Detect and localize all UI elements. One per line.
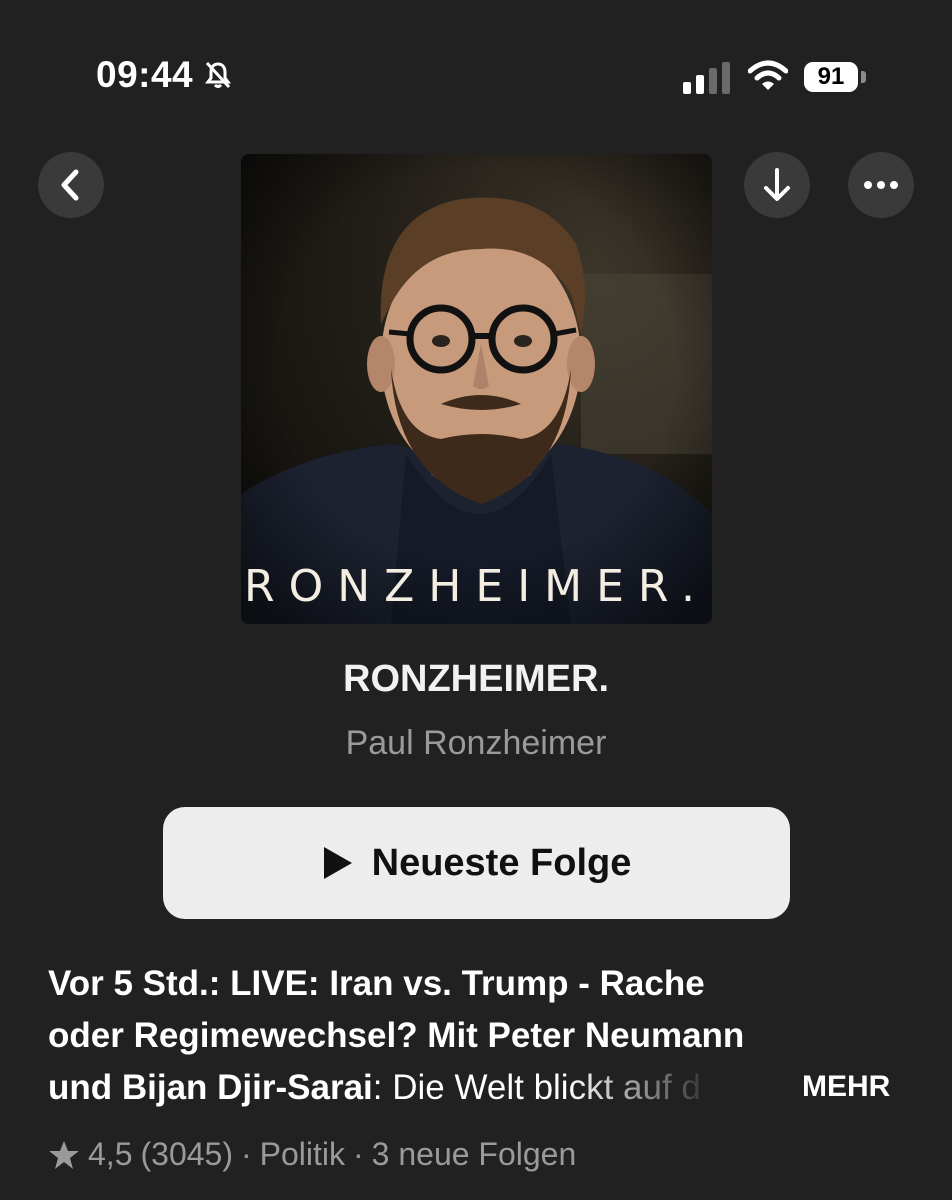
- podcast-page: 09:44 91 RONZHEIMER. RONZHEIMER. Paul Ro…: [0, 0, 952, 1200]
- latest-episode-button[interactable]: Neueste Folge: [163, 807, 790, 919]
- category-link[interactable]: Politik: [260, 1136, 345, 1173]
- episode-description[interactable]: Vor 5 Std.: LIVE: Iran vs. Trump - Rache…: [48, 958, 918, 1114]
- separator: ·: [240, 1136, 252, 1172]
- download-arrow-icon: [764, 168, 790, 201]
- bell-slash-icon: [205, 61, 232, 89]
- podcast-author[interactable]: Paul Ronzheimer: [0, 724, 952, 763]
- battery-nub: [861, 71, 866, 83]
- play-icon: [323, 847, 352, 879]
- separator: ·: [353, 1136, 364, 1172]
- description-line-3-bold: und Bijan Djir-Sarai: [48, 1068, 373, 1107]
- ellipsis-icon: [864, 181, 898, 189]
- podcast-title: RONZHEIMER.: [343, 658, 609, 700]
- description-line-2: oder Regimewechsel? Mit Peter Neumann: [48, 1016, 745, 1055]
- wifi-icon: [748, 60, 788, 90]
- star-icon: [49, 1140, 79, 1169]
- host-portrait: [241, 154, 712, 624]
- back-button[interactable]: [38, 152, 104, 218]
- description-line-1: Vor 5 Std.: LIVE: Iran vs. Trump - Rache: [48, 964, 705, 1003]
- clock: 09:44: [96, 54, 194, 95]
- battery-level: 91: [817, 63, 845, 90]
- rating-value: 4,5: [88, 1136, 133, 1172]
- battery-icon: 91: [804, 62, 858, 92]
- artwork-title: RONZHEIMER.: [244, 561, 709, 612]
- more-options-button[interactable]: [848, 152, 914, 218]
- latest-episode-label: Neueste Folge: [371, 841, 632, 884]
- chevron-left-icon: [61, 169, 79, 201]
- description-line-3: und Bijan Djir-Sarai: Die Welt blickt au…: [48, 1062, 918, 1114]
- download-button[interactable]: [744, 152, 810, 218]
- rating-count: (3045): [140, 1136, 233, 1172]
- podcast-meta: 4,5 (3045) · Politik · 3 neue Folgen: [48, 1136, 576, 1173]
- podcast-artwork[interactable]: RONZHEIMER.: [241, 154, 712, 624]
- status-time: 09:44: [96, 54, 233, 96]
- description-line-3-rest: : Die Welt blickt auf d: [372, 1068, 701, 1107]
- new-episodes: 3 neue Folgen: [371, 1136, 577, 1172]
- more-button[interactable]: MEHR: [802, 1070, 890, 1104]
- signal-icon: [683, 62, 730, 94]
